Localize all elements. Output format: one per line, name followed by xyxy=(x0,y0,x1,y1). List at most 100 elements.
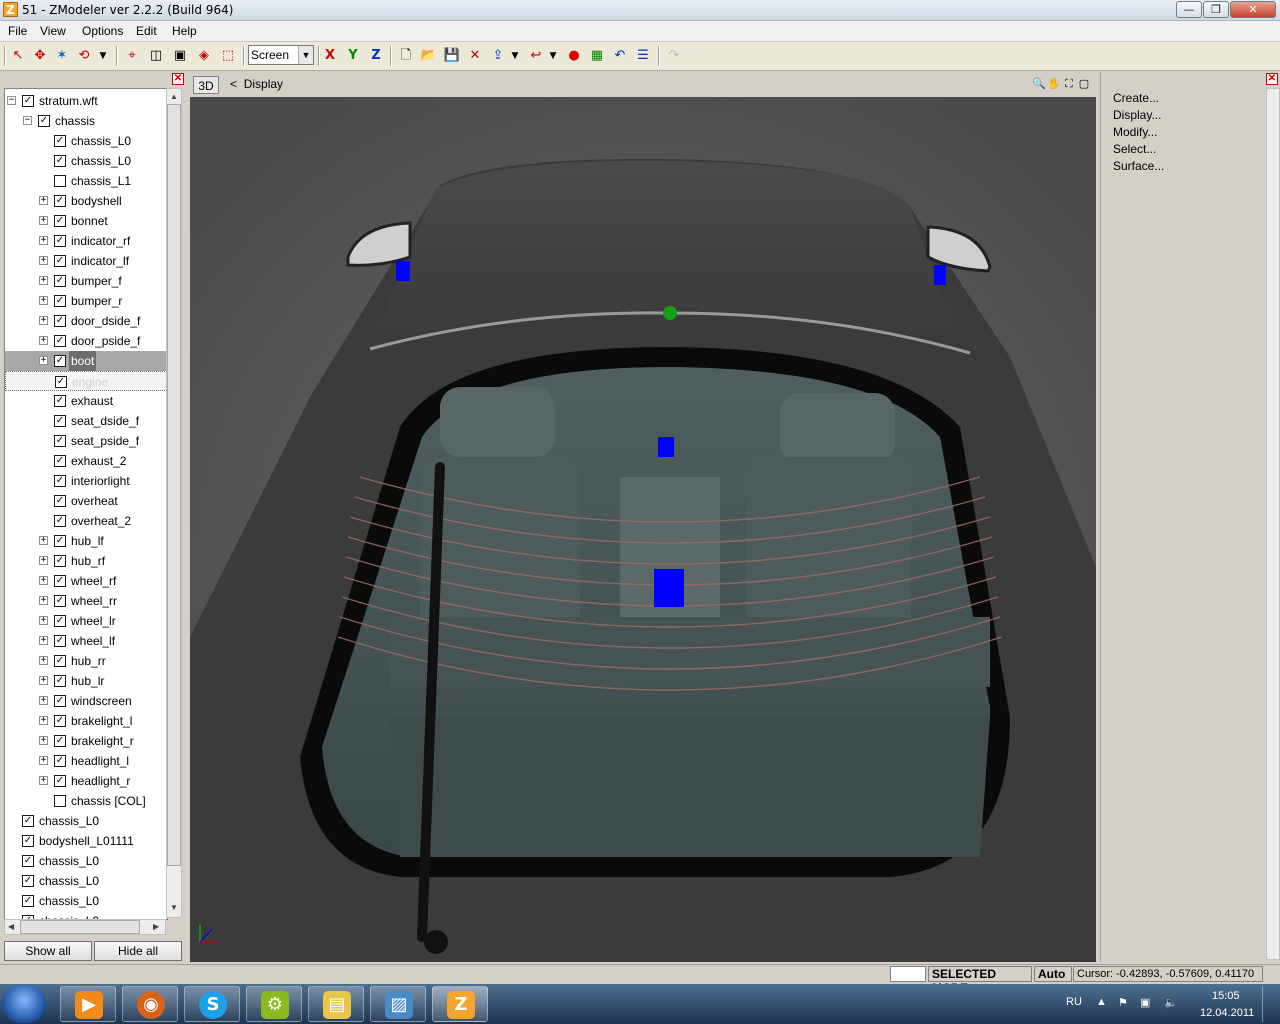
expand-icon[interactable]: + xyxy=(39,316,48,325)
tree-item[interactable]: ✓ seat_pside_f xyxy=(5,431,167,451)
visibility-checkbox[interactable]: ✓ xyxy=(54,755,66,767)
expand-icon[interactable]: + xyxy=(39,736,48,745)
undo-history-icon[interactable]: ↩ xyxy=(526,46,546,66)
tree-item[interactable]: ✓ chassis_L0 xyxy=(5,851,167,871)
visibility-checkbox[interactable]: ✓ xyxy=(54,775,66,787)
tree-item[interactable]: + ✓ bonnet xyxy=(5,211,167,231)
expand-icon[interactable]: + xyxy=(39,196,48,205)
command-panel-scrollbar[interactable] xyxy=(1266,88,1280,960)
pan-hand-icon[interactable]: ✋ xyxy=(1047,76,1061,92)
rotate-tool-icon[interactable]: ⟲ xyxy=(74,46,94,66)
command-modify[interactable]: Modify... xyxy=(1113,125,1157,139)
new-file-icon[interactable]: 🗋 xyxy=(396,46,416,66)
status-auto[interactable]: Auto xyxy=(1034,966,1072,982)
menu-edit[interactable]: Edit xyxy=(136,24,157,38)
expand-icon[interactable]: + xyxy=(39,296,48,305)
visibility-checkbox[interactable]: ✓ xyxy=(54,355,66,367)
tree-item[interactable]: + ✓ wheel_rr xyxy=(5,591,167,611)
expand-icon[interactable]: + xyxy=(39,596,48,605)
command-surface[interactable]: Surface... xyxy=(1113,159,1164,173)
close-tree-panel-icon[interactable]: ✕ xyxy=(172,73,184,85)
visibility-checkbox[interactable]: ✓ xyxy=(22,895,34,907)
scroll-up-icon[interactable]: ▲ xyxy=(170,92,178,101)
clock-time[interactable]: 15:05 xyxy=(1212,990,1240,1002)
visibility-checkbox[interactable]: ✓ xyxy=(22,835,34,847)
tree-item[interactable]: ✓ engine xyxy=(5,371,167,391)
taskbar-firefox[interactable]: ◉ xyxy=(122,986,178,1022)
breadcrumb-separator[interactable]: < xyxy=(230,77,237,91)
move-tool-icon[interactable]: ✥ xyxy=(30,46,50,66)
scroll-down-icon[interactable]: ▼ xyxy=(170,903,178,912)
properties-icon[interactable]: ☰ xyxy=(633,46,653,66)
taskbar-explorer[interactable]: ▤ xyxy=(308,986,364,1022)
axis-y-toggle[interactable]: Y xyxy=(343,46,363,66)
tree-item[interactable]: ✓ interiorlight xyxy=(5,471,167,491)
command-select[interactable]: Select... xyxy=(1113,142,1156,156)
minimize-button[interactable]: — xyxy=(1176,1,1202,18)
chevron-down-icon[interactable]: ▼ xyxy=(298,46,313,64)
tree-item[interactable]: ✓ overheat xyxy=(5,491,167,511)
tree-item[interactable]: + ✓ hub_lr xyxy=(5,671,167,691)
visibility-checkbox[interactable]: ✓ xyxy=(54,295,66,307)
volume-icon[interactable]: 🔈 xyxy=(1164,996,1178,1009)
taskbar-skype[interactable]: S xyxy=(184,986,240,1022)
visibility-checkbox[interactable]: ✓ xyxy=(54,615,66,627)
visibility-checkbox[interactable]: ✓ xyxy=(54,215,66,227)
figure-tool-icon[interactable]: ✶ xyxy=(52,46,72,66)
expand-icon[interactable]: + xyxy=(39,656,48,665)
expand-icon[interactable]: + xyxy=(39,276,48,285)
visibility-checkbox[interactable]: ✓ xyxy=(54,735,66,747)
object-mode-icon[interactable]: ◫ xyxy=(146,46,166,66)
fit-view-icon[interactable]: ⛶ xyxy=(1062,76,1076,92)
tool-dropdown-icon[interactable]: ▼ xyxy=(96,46,110,66)
tree-item[interactable]: − ✓ chassis xyxy=(5,111,167,131)
expand-icon[interactable]: + xyxy=(39,556,48,565)
vertex-mode-icon[interactable]: ⌖ xyxy=(122,46,142,66)
visibility-checkbox[interactable]: ✓ xyxy=(22,855,34,867)
collapse-icon[interactable]: − xyxy=(7,96,16,105)
taskbar-picture-viewer[interactable]: ▨ xyxy=(370,986,426,1022)
tree-item[interactable]: + ✓ bodyshell xyxy=(5,191,167,211)
record-icon[interactable]: ● xyxy=(564,46,584,66)
flag-icon[interactable]: ⚑ xyxy=(1118,996,1128,1009)
visibility-checkbox[interactable]: ✓ xyxy=(54,195,66,207)
visibility-checkbox[interactable]: ✓ xyxy=(54,675,66,687)
tree-item[interactable]: ✓ exhaust_2 xyxy=(5,451,167,471)
open-folder-icon[interactable]: 📂 xyxy=(419,46,439,66)
maximize-button[interactable]: ❐ xyxy=(1203,1,1229,18)
tree-item[interactable]: + ✓ bumper_f xyxy=(5,271,167,291)
visibility-checkbox[interactable]: ✓ xyxy=(54,655,66,667)
visibility-checkbox[interactable]: ✓ xyxy=(54,395,66,407)
tree-item[interactable]: + ✓ indicator_rf xyxy=(5,231,167,251)
visibility-checkbox[interactable]: ✓ xyxy=(54,475,66,487)
save-icon[interactable]: 💾 xyxy=(442,46,462,66)
tree-item[interactable]: + ✓ brakelight_l xyxy=(5,711,167,731)
close-command-panel-icon[interactable]: ✕ xyxy=(1266,73,1278,85)
undo-icon[interactable]: ↶ xyxy=(610,46,630,66)
visibility-checkbox[interactable]: ✓ xyxy=(54,535,66,547)
show-desktop-button[interactable] xyxy=(1262,986,1279,1022)
visibility-checkbox[interactable]: ✓ xyxy=(54,695,66,707)
expand-icon[interactable]: + xyxy=(39,776,48,785)
expand-icon[interactable]: + xyxy=(39,756,48,765)
export-dropdown-icon[interactable]: ▼ xyxy=(509,46,521,66)
tree-item[interactable]: ✓ exhaust xyxy=(5,391,167,411)
visibility-checkbox[interactable]: ✓ xyxy=(54,135,66,147)
visibility-checkbox[interactable]: ✓ xyxy=(54,495,66,507)
box-mode-icon[interactable]: ▣ xyxy=(170,46,190,66)
visibility-checkbox[interactable]: ✓ xyxy=(22,815,34,827)
tree-item[interactable]: ✓ bodyshell_L01111 xyxy=(5,831,167,851)
axis-z-toggle[interactable]: Z xyxy=(366,46,386,66)
tree-item[interactable]: ✓ chassis_L0 xyxy=(5,891,167,911)
command-display[interactable]: Display... xyxy=(1113,108,1161,122)
tree-item[interactable]: + ✓ bumper_r xyxy=(5,291,167,311)
tree-item[interactable]: + ✓ door_pside_f xyxy=(5,331,167,351)
tree-item[interactable]: + ✓ hub_rf xyxy=(5,551,167,571)
language-indicator[interactable]: RU xyxy=(1066,996,1082,1008)
tree-item[interactable]: + ✓ door_dside_f xyxy=(5,311,167,331)
start-button[interactable] xyxy=(2,985,46,1023)
visibility-checkbox[interactable]: ✓ xyxy=(54,255,66,267)
tree-scroll-thumb[interactable] xyxy=(167,104,181,866)
visibility-checkbox[interactable]: ✓ xyxy=(54,715,66,727)
tree-item[interactable]: ✓ overheat_2 xyxy=(5,511,167,531)
